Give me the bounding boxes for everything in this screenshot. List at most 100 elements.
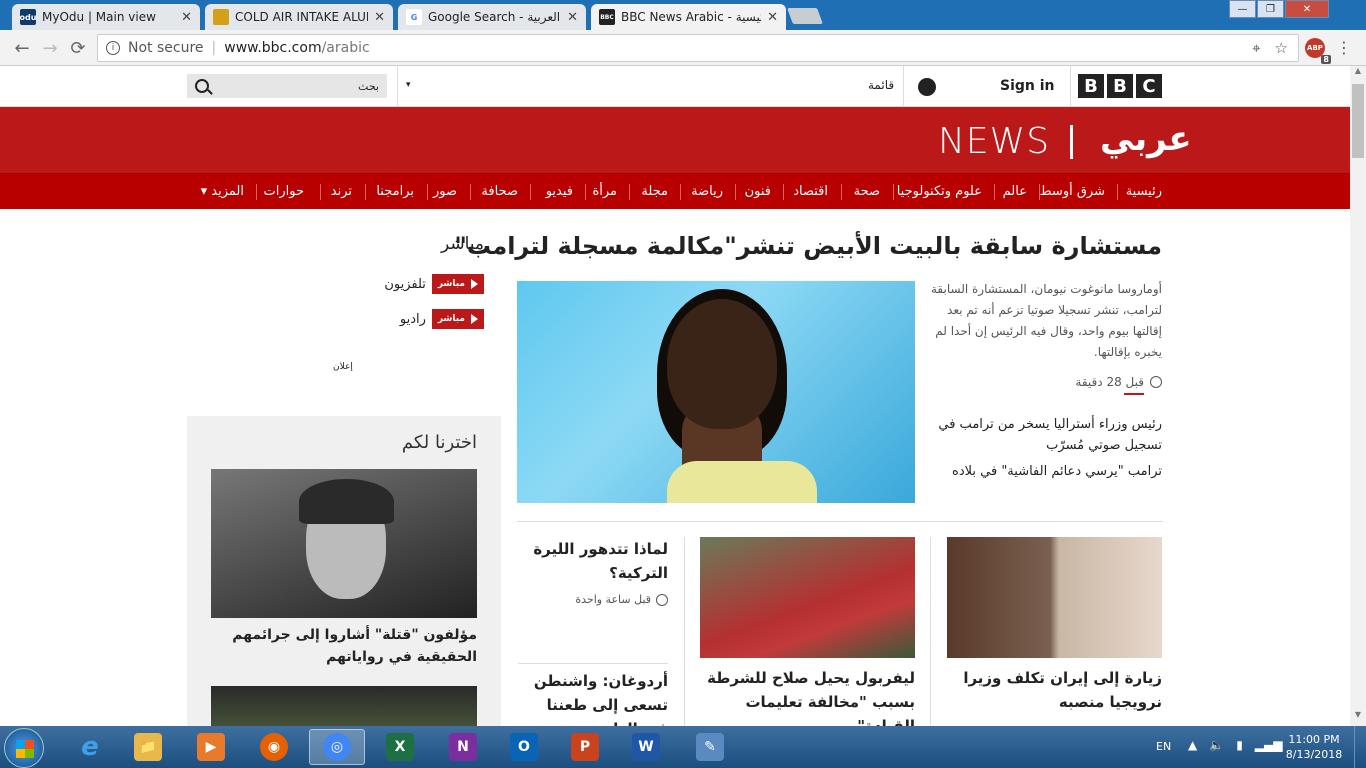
search-icon[interactable] — [195, 79, 209, 93]
sign-in-link[interactable]: Sign in — [1000, 78, 1055, 94]
nav-item[interactable]: مجلة — [641, 184, 668, 199]
scroll-up-icon[interactable]: ▲ — [1350, 66, 1366, 82]
windows-taskbar: e 📁 ▶ ◉ ◎ X N O P W ✎ EN ▲ 🔈 ▮ ▂▄▆ 11:00… — [0, 726, 1366, 768]
explorer-taskbar-icon[interactable]: 📁 — [120, 729, 176, 765]
close-window-button[interactable]: ✕ — [1285, 0, 1329, 18]
tab-myodu[interactable]: odu MyOdu | Main view ✕ — [12, 4, 200, 30]
news-logo-word[interactable]: NEWS — [938, 121, 1050, 162]
signal-icon[interactable]: ▂▄▆ — [1255, 738, 1283, 752]
onenote-icon: N — [449, 733, 477, 761]
powerpoint-taskbar-icon[interactable]: P — [557, 729, 613, 765]
language-indicator[interactable]: EN — [1156, 740, 1171, 753]
live-tv-link[interactable]: مباشر تلفزيون — [384, 274, 484, 294]
logo-letter: B — [1107, 74, 1133, 98]
volume-icon[interactable]: 🔈 — [1209, 738, 1224, 752]
nav-more-dropdown[interactable]: المزيد ▾ — [201, 184, 244, 199]
related-link[interactable]: رئيس وزراء أستراليا يسخر من ترامب في تسج… — [930, 414, 1162, 456]
ie-taskbar-icon[interactable]: e — [62, 729, 118, 765]
bbc-logo[interactable]: B B C — [1078, 74, 1162, 98]
nav-item[interactable]: صور — [433, 184, 457, 199]
nav-item[interactable]: شرق أوسط — [1040, 184, 1105, 199]
onenote-taskbar-icon[interactable]: N — [435, 729, 491, 765]
reload-icon[interactable]: ⟳ — [66, 36, 90, 60]
story-title[interactable]: لماذا تتدهور الليرة التركية؟ — [518, 537, 668, 585]
picks-image[interactable] — [211, 469, 477, 618]
scroll-down-icon[interactable]: ▼ — [1350, 710, 1366, 726]
new-tab-button[interactable] — [787, 8, 823, 24]
live-radio-link[interactable]: مباشر راديو — [400, 309, 484, 329]
nav-item[interactable]: فنون — [745, 184, 771, 199]
outlook-taskbar-icon[interactable]: O — [496, 729, 552, 765]
nav-item[interactable]: عالم — [1003, 184, 1027, 199]
live-heading: مباشر — [440, 234, 484, 254]
extension-badge: 8 — [1321, 55, 1331, 64]
adblock-extension-icon[interactable]: ABP 8 — [1305, 38, 1331, 64]
story-title[interactable]: أردوغان: واشنطن تسعى إلى طعننا في الظهر — [518, 669, 668, 726]
page-scrollbar[interactable]: ▲ ▼ — [1350, 66, 1366, 726]
story-title[interactable]: زيارة إلى إيران تكلف وزيرا نرويجيا منصبه — [947, 666, 1162, 714]
nav-item[interactable]: صحة — [854, 184, 880, 199]
nav-item[interactable]: رياضة — [691, 184, 723, 199]
show-hidden-icons-icon[interactable]: ▲ — [1188, 738, 1197, 752]
scrollbar-thumb[interactable] — [1352, 84, 1364, 158]
story-card[interactable]: ليفربول يحيل صلاح للشرطة بسبب "مخالفة تع… — [700, 537, 915, 726]
minimize-button[interactable]: — — [1229, 0, 1256, 18]
forward-icon[interactable]: → — [38, 36, 62, 60]
arabic-logo-word[interactable]: عربي — [1100, 119, 1192, 159]
nav-item[interactable]: علوم وتكنولوجيا — [897, 184, 982, 199]
nav-item[interactable]: صحافة — [481, 184, 518, 199]
tab-google-search[interactable]: G Google Search - العربية ✕ — [398, 4, 586, 30]
nav-item[interactable]: برامجنا — [376, 184, 414, 199]
story-card[interactable]: زيارة إلى إيران تكلف وزيرا نرويجيا منصبه — [947, 537, 1162, 714]
tab-cold-air-intake[interactable]: COLD AIR INTAKE ALUMI ✕ — [205, 4, 393, 30]
picks-story-title[interactable]: مؤلفون "قتلة" أشاروا إلى جرائمهم الحقيقي… — [211, 624, 477, 668]
paint-taskbar-icon[interactable]: ✎ — [682, 729, 738, 765]
media-player-taskbar-icon[interactable]: ▶ — [183, 729, 239, 765]
chevron-down-icon[interactable]: ▾ — [406, 80, 411, 90]
location-target-icon[interactable]: ⌖ — [1252, 39, 1260, 57]
nav-item[interactable]: اقتصاد — [793, 184, 828, 199]
start-button[interactable] — [4, 728, 44, 768]
system-clock[interactable]: 11:00 PM 8/13/2018 — [1282, 732, 1346, 762]
back-icon[interactable]: ← — [10, 36, 34, 60]
firefox-taskbar-icon[interactable]: ◉ — [246, 729, 302, 765]
restore-button[interactable]: ❐ — [1257, 0, 1284, 18]
excel-taskbar-icon[interactable]: X — [372, 729, 428, 765]
nav-item[interactable]: رئيسية — [1126, 184, 1162, 199]
close-tab-icon[interactable]: ✕ — [767, 10, 778, 25]
search-input[interactable]: بحث — [187, 74, 387, 98]
browser-menu-icon[interactable]: ⋮ — [1336, 38, 1352, 57]
nav-item[interactable]: حوارات — [264, 184, 305, 199]
nav-separator — [783, 184, 784, 200]
main-story-image[interactable] — [517, 281, 915, 503]
info-icon[interactable]: i — [106, 41, 120, 55]
main-story-timestamp: قبل 28 دقيقة — [1075, 375, 1162, 389]
menu-link[interactable]: قائمة — [868, 78, 894, 92]
show-desktop-button[interactable] — [1354, 726, 1366, 768]
story-card[interactable]: أردوغان: واشنطن تسعى إلى طعننا في الظهر — [518, 669, 668, 726]
bookmark-star-icon[interactable]: ☆ — [1275, 39, 1288, 57]
main-headline[interactable]: مستشارة سابقة بالبيت الأبيض تنشر"مكالمة … — [454, 232, 1162, 260]
column-divider — [684, 537, 685, 726]
chrome-taskbar-icon[interactable]: ◎ — [309, 729, 365, 765]
nav-item[interactable]: مرأة — [592, 184, 617, 199]
tab-bbc-arabic[interactable]: BBC BBC News Arabic - الرئيسية ✕ — [591, 4, 786, 30]
related-link[interactable]: ترامب "يرسي دعائم الفاشية" في بلاده — [930, 464, 1162, 479]
omnibox-actions: ⌖ ☆ — [1252, 39, 1288, 57]
close-tab-icon[interactable]: ✕ — [181, 10, 192, 25]
nav-separator — [530, 184, 531, 200]
address-bar[interactable]: i Not secure | www.bbc.com/arabic ⌖ ☆ — [97, 34, 1299, 62]
story-card[interactable]: لماذا تتدهور الليرة التركية؟ قبل ساعة وا… — [518, 537, 668, 606]
page-viewport: B B C Sign in قائمة ▾ بحث NEWS عربي رئيس… — [0, 66, 1350, 726]
user-icon[interactable] — [918, 78, 936, 96]
network-icon[interactable]: ▮ — [1236, 738, 1243, 752]
picks-image-2[interactable] — [211, 686, 477, 726]
story-title[interactable]: ليفربول يحيل صلاح للشرطة بسبب "مخالفة تع… — [700, 666, 915, 726]
nav-item[interactable]: فيديو — [546, 184, 573, 199]
nav-item[interactable]: ترند — [331, 184, 352, 199]
close-tab-icon[interactable]: ✕ — [567, 10, 578, 25]
word-taskbar-icon[interactable]: W — [618, 729, 674, 765]
close-tab-icon[interactable]: ✕ — [374, 10, 385, 25]
banner-divider — [1070, 125, 1073, 159]
powerpoint-icon: P — [571, 733, 599, 761]
